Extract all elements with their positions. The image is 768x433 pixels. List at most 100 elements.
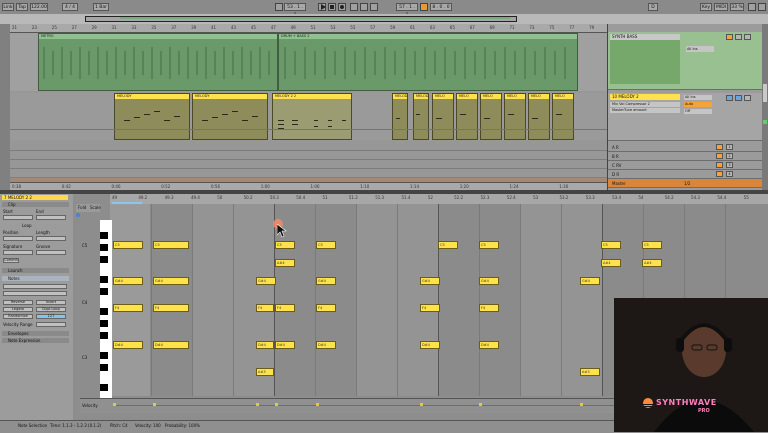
preview-button[interactable] [76,213,80,217]
midi-note[interactable]: C5 [113,241,143,249]
quantize-menu[interactable]: 1 Bar [93,3,109,11]
loop-label[interactable]: Loop [22,223,32,228]
velocity-handle[interactable] [420,403,423,406]
midi-note[interactable]: G#4 [479,277,499,285]
master-track[interactable]: Master 1/2 [608,179,763,188]
midi-note[interactable]: D#4 [420,341,440,349]
tempo-field[interactable]: 122.00 [30,3,48,11]
black-key[interactable] [100,320,108,327]
clip-section-header[interactable]: Clip [2,202,69,207]
midi-note[interactable]: G#4 [316,277,336,285]
arrangement-position-button[interactable] [275,3,283,11]
play-button[interactable] [318,3,326,11]
commit-button[interactable]: Commit [3,258,19,263]
velocity-handle[interactable] [153,403,156,406]
midi-note[interactable]: A#3 [580,368,600,376]
return-track-d[interactable]: D R 4 [608,170,763,179]
midi-note[interactable]: C5 [479,241,499,249]
start-field[interactable] [3,215,33,220]
stretch-field[interactable] [3,291,67,296]
master-output[interactable]: 1/2 [684,181,690,186]
track-header-drums[interactable]: SYNTH BASS All Ins [608,32,763,90]
midi-note[interactable]: C5 [316,241,336,249]
input-chooser[interactable]: All Ins [684,95,712,100]
velocity-handle[interactable] [113,403,116,406]
stop-button[interactable] [328,3,336,11]
randomize-button[interactable]: Randomize [3,314,33,319]
midi-note[interactable]: D#4 [275,341,295,349]
black-key[interactable] [100,364,108,371]
midi-note[interactable]: F4 [153,304,189,312]
black-key[interactable] [100,384,108,391]
velocity-range-field[interactable] [36,322,66,327]
loop-length-field[interactable]: 8 . 0 . 0 [430,3,452,11]
scale-button[interactable]: Scale [90,205,101,210]
end-field[interactable] [36,215,66,220]
track-activator[interactable] [726,95,733,101]
tap-button[interactable]: Tap [16,3,28,11]
midi-note[interactable]: A#4 [642,259,662,267]
midi-map-button[interactable]: MIDI [714,3,728,11]
track-name[interactable]: SYNTH BASS [610,34,680,40]
midi-note[interactable]: C5 [438,241,458,249]
automation-device-chooser[interactable]: Mix Vol Compressor 2 [610,102,680,107]
groove-chooser[interactable] [36,250,66,255]
midi-note[interactable]: D#4 [256,341,274,349]
fold-button[interactable]: Fold [78,205,86,210]
black-key[interactable] [100,276,108,283]
midi-note[interactable]: A#4 [275,259,295,267]
notes-section-header[interactable]: Notes [2,276,69,281]
midi-note[interactable]: D#4 [153,341,189,349]
clip-title[interactable]: 7 MELODY 2 2 [2,195,68,200]
velocity-handle[interactable] [580,403,583,406]
monitor-off[interactable]: Off [684,109,712,114]
piano-keyboard[interactable] [100,220,112,398]
velocity-handle[interactable] [316,403,319,406]
midi-note[interactable]: D#4 [479,341,499,349]
key-map-button[interactable]: Key [700,3,712,11]
midi-note[interactable]: F4 [113,304,143,312]
clip[interactable]: METRO [38,33,278,91]
black-key[interactable] [100,288,108,295]
automation-arm-button[interactable] [360,3,368,11]
transpose-field[interactable] [3,284,67,289]
track-header-melody[interactable]: 10 MELODY 2 Mix Vol Compressor 2 MasterT… [608,93,763,141]
track-activator[interactable] [716,162,723,168]
capture-midi-button[interactable] [370,3,378,11]
solo-button[interactable] [735,95,742,101]
loop-start-field[interactable]: 57 . 1 . 1 [396,3,418,18]
track-activator[interactable] [716,171,723,177]
track-activator[interactable] [716,144,723,150]
track-name[interactable]: 10 MELODY 2 [610,94,680,100]
arrangement-scrollbar[interactable] [762,24,768,190]
midi-note[interactable]: G#4 [113,277,143,285]
black-key[interactable] [100,256,108,263]
black-key[interactable] [100,352,108,359]
velocity-handle[interactable] [479,403,482,406]
scrollbar-thumb[interactable] [763,84,767,102]
midi-note[interactable]: F4 [316,304,336,312]
midi-note[interactable]: C5 [601,241,621,249]
record-button[interactable] [338,3,346,11]
return-track-a[interactable]: A R 1 [608,143,763,152]
midi-note[interactable]: G#4 [580,277,600,285]
velocity-handle[interactable] [275,403,278,406]
track-activator[interactable] [716,153,723,159]
duplicate-loop-button[interactable]: Dupl.Loop [36,307,66,312]
reverse-button[interactable]: Reverse [3,300,33,305]
midi-note[interactable]: G#4 [153,277,189,285]
return-track-c[interactable]: C RV 3 [608,161,763,170]
time-signature-field[interactable]: 4 / 4 [62,3,78,11]
randomize-amount[interactable]: 127 [36,314,66,319]
position-field[interactable] [3,236,33,241]
midi-note[interactable]: G#4 [256,277,276,285]
input-chooser[interactable]: All Ins [686,46,714,52]
signature-field[interactable] [3,250,33,255]
overdub-button[interactable] [350,3,358,11]
velocity-handle[interactable] [256,403,259,406]
invert-button[interactable]: Invert [36,300,66,305]
envelopes-section-header[interactable]: Envelopes [2,331,69,336]
track-activator[interactable] [726,34,733,40]
solo-button[interactable] [735,34,742,40]
black-key[interactable] [100,244,108,251]
